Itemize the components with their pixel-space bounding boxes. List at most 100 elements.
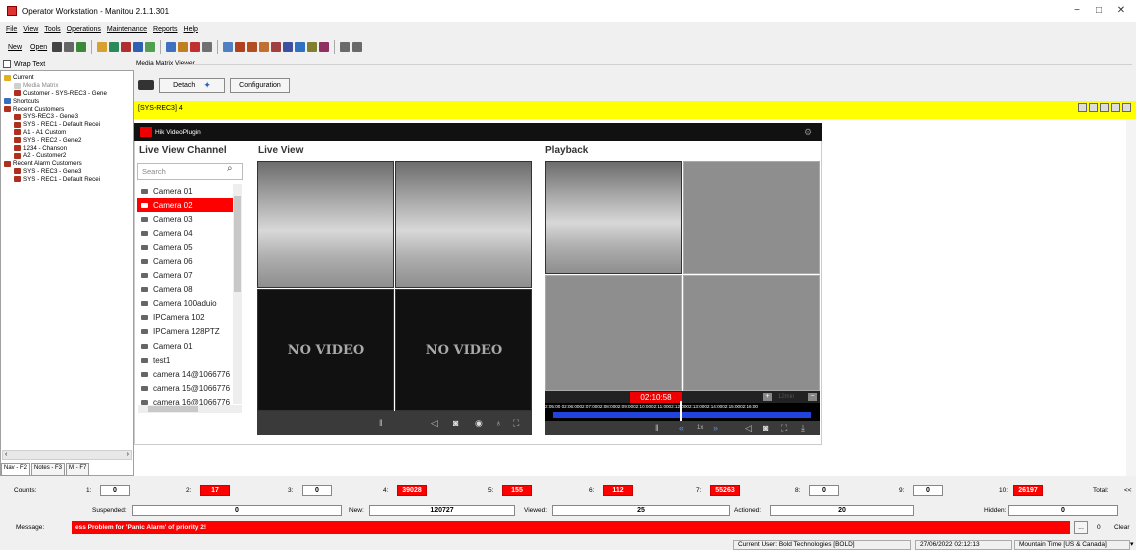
gear-icon[interactable]: ⚙ (804, 127, 812, 138)
stop-icon[interactable] (52, 42, 63, 52)
nav-horizontal-scrollbar[interactable]: ‹ › (2, 450, 132, 460)
calendar-icon[interactable] (133, 42, 144, 52)
camera-list-item[interactable]: IPCamera 102 (137, 311, 233, 325)
camera-list-item[interactable]: Camera 03 (137, 212, 233, 226)
fullscreen-icon[interactable]: ⛶ (513, 418, 519, 429)
priority-count[interactable]: 0 (913, 485, 943, 496)
record-icon[interactable]: ◉ (475, 418, 483, 429)
tab-nav[interactable]: Nav - F2 (1, 463, 31, 476)
playback-tile-3[interactable] (545, 275, 682, 391)
expand-counts-button[interactable]: << (1124, 487, 1132, 494)
camera-list-item[interactable]: Camera 08 (137, 283, 233, 297)
menu-view[interactable]: View (23, 26, 38, 33)
close-button[interactable]: ✕ (1114, 4, 1128, 18)
cancel-icon[interactable] (190, 42, 201, 52)
person-icon[interactable] (307, 42, 318, 52)
priority-count[interactable]: 39028 (397, 485, 427, 496)
tree-item[interactable]: SYS - REC3 - Gene3 (4, 168, 132, 176)
camera-list-item[interactable]: Camera 06 (137, 254, 233, 268)
scroll-left-icon[interactable]: ‹ (5, 451, 7, 458)
live-tile-1[interactable] (257, 161, 394, 288)
priority-count[interactable]: 112 (603, 485, 633, 496)
playback-tile-1[interactable] (545, 161, 682, 274)
tab-notes[interactable]: Notes - F3 (31, 463, 66, 476)
tree-item[interactable]: SYS-REC3 - Gene3 (4, 113, 132, 121)
run-icon[interactable] (202, 42, 213, 52)
priority-count[interactable]: 0 (809, 485, 839, 496)
priority-count[interactable]: 17 (200, 485, 230, 496)
minimize-button[interactable]: − (1070, 4, 1084, 18)
timezone-select[interactable]: Mountain Time [US & Canada] (1014, 540, 1130, 550)
new-button[interactable]: New (5, 44, 25, 51)
search-icon[interactable] (223, 42, 234, 52)
layout-icon[interactable] (352, 42, 363, 52)
menu-help[interactable]: Help (184, 26, 198, 33)
tools-icon[interactable] (178, 42, 189, 52)
clear-button[interactable]: Clear (1114, 524, 1130, 531)
restore-icon[interactable] (1111, 103, 1120, 112)
zoom-out-icon[interactable]: − (808, 393, 817, 401)
user-icon[interactable] (271, 42, 282, 52)
tree-item[interactable]: SYS - REC1 - Default Recei (4, 121, 132, 129)
message-more-button[interactable]: ... (1074, 521, 1088, 534)
customer-icon[interactable] (235, 42, 246, 52)
folder-icon[interactable] (97, 42, 108, 52)
fast-forward-icon[interactable]: » (713, 423, 718, 433)
menu-tools[interactable]: Tools (44, 26, 60, 33)
site-icon[interactable] (247, 42, 258, 52)
home-icon[interactable] (1100, 103, 1109, 112)
detach-button[interactable]: Detach ✦ (159, 78, 225, 93)
tree-item[interactable]: Recent Alarm Customers (4, 160, 132, 168)
fit-icon[interactable] (1089, 103, 1098, 112)
tree-item[interactable]: SYS - REC2 - Gene2 (4, 136, 132, 144)
wrap-text-checkbox[interactable] (3, 60, 11, 68)
tab-m[interactable]: M - F7 (66, 463, 90, 476)
refresh-icon[interactable] (76, 42, 87, 52)
save-icon[interactable] (295, 42, 306, 52)
priority-count[interactable]: 26197 (1013, 485, 1043, 496)
camera-list-item[interactable]: camera 15@1066776 (137, 381, 233, 395)
print-icon[interactable] (64, 42, 75, 52)
wrap-text-toggle[interactable]: Wrap Text (0, 58, 134, 71)
alarm-icon[interactable] (121, 42, 132, 52)
menu-reports[interactable]: Reports (153, 26, 178, 33)
volume-icon[interactable]: ◁ (745, 423, 752, 434)
connect-icon[interactable] (1078, 103, 1087, 112)
tree-item[interactable]: SYS - REC1 - Default Recei (4, 175, 132, 183)
tree-item[interactable]: Customer - SYS-REC3 - Gene (4, 90, 132, 98)
tree-item[interactable]: 1234 - Chanson (4, 144, 132, 152)
priority-count[interactable]: 55263 (710, 485, 740, 496)
priority-count[interactable]: 0 (302, 485, 332, 496)
contact-icon[interactable] (259, 42, 270, 52)
tree-item[interactable]: A1 - A1 Custom (4, 129, 132, 137)
timeline-cursor[interactable] (680, 401, 682, 421)
camera-list-scroll-thumb[interactable] (234, 196, 241, 292)
camera-list-item[interactable]: Camera 01 (137, 339, 233, 353)
camera-list-item[interactable]: Camera 07 (137, 269, 233, 283)
grid-icon[interactable] (340, 42, 351, 52)
camera-list-hscroll-thumb[interactable] (148, 406, 198, 412)
camera-list-item[interactable]: Camera 04 (137, 226, 233, 240)
priority-count[interactable]: 155 (502, 485, 532, 496)
pause-icon[interactable]: ǁ (379, 418, 383, 428)
live-tile-2[interactable] (395, 161, 532, 288)
fullscreen-icon[interactable]: ⛶ (781, 423, 787, 434)
rewind-icon[interactable]: « (679, 423, 684, 433)
schedule-icon[interactable] (283, 42, 294, 52)
camera-list-item[interactable]: test1 (137, 353, 233, 367)
camera-list-item[interactable]: Camera 05 (137, 240, 233, 254)
pause-icon[interactable]: ǁ (655, 423, 659, 433)
zoom-in-icon[interactable]: + (763, 393, 772, 401)
snapshot-icon[interactable]: ◙ (763, 423, 768, 433)
scroll-right-icon[interactable]: › (127, 451, 129, 458)
configuration-button[interactable]: Configuration (230, 78, 290, 93)
content-vertical-scrollbar[interactable] (1126, 119, 1136, 476)
tree-item[interactable]: Media Matrix (4, 82, 132, 90)
tree-item[interactable]: Shortcuts (4, 97, 132, 105)
camera-list-item[interactable]: Camera 02 (137, 198, 233, 213)
camera-list-item[interactable]: camera 14@1066776 (137, 367, 233, 381)
open-button[interactable]: Open (27, 44, 50, 51)
ptz-icon[interactable]: ♁ (495, 418, 502, 428)
playback-tile-4[interactable] (683, 275, 820, 391)
camera-list-item[interactable]: IPCamera 128PTZ (137, 325, 233, 339)
